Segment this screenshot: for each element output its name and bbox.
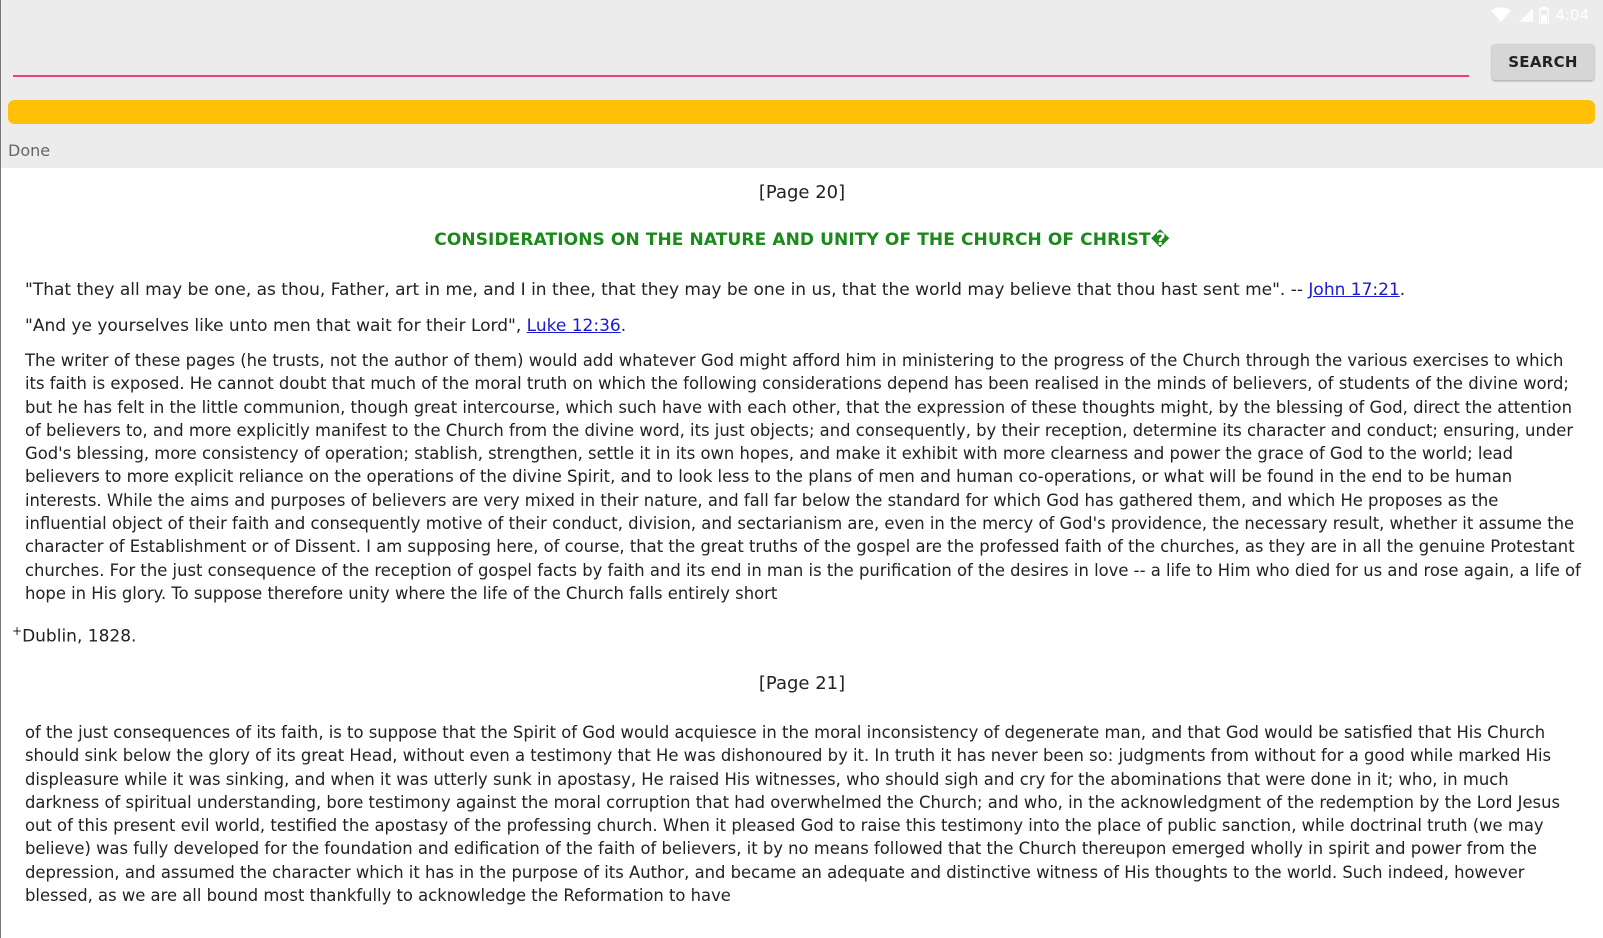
browser-app: 4:04 SEARCH Done [Page 20] CONSIDERATION… xyxy=(0,0,1603,938)
progress-area xyxy=(1,95,1603,132)
wifi-icon xyxy=(1491,7,1512,23)
url-input[interactable] xyxy=(13,49,1469,77)
page-marker: [Page 21] xyxy=(758,672,846,694)
system-status-bar: 4:04 xyxy=(1,0,1603,33)
load-status-text: Done xyxy=(8,141,51,160)
load-progress-bar xyxy=(8,100,1595,124)
search-button[interactable]: SEARCH xyxy=(1492,44,1594,80)
quote-text: "That they all may be one, as thou, Fath… xyxy=(25,280,1309,300)
chapter-title: CONSIDERATIONS ON THE NATURE AND UNITY O… xyxy=(434,230,1170,250)
footnote: +Dublin, 1828. xyxy=(12,619,1603,649)
quote-text: "And ye yourselves like unto men that wa… xyxy=(25,316,527,336)
load-status-row: Done xyxy=(1,132,1603,168)
clock-time: 4:04 xyxy=(1555,6,1589,24)
quote-punctuation: . xyxy=(1399,280,1406,300)
signal-icon xyxy=(1517,7,1534,23)
web-content: [Page 20] CONSIDERATIONS ON THE NATURE A… xyxy=(1,168,1603,938)
quote-punctuation: . xyxy=(620,316,627,336)
footnote-mark: + xyxy=(12,624,23,639)
body-paragraph: The writer of these pages (he trusts, no… xyxy=(25,351,1581,603)
battery-icon xyxy=(1539,6,1550,24)
epigraph-quote: "And ye yourselves like unto men that wa… xyxy=(25,314,1603,338)
page-marker: [Page 20] xyxy=(758,182,846,203)
footnote-text: Dublin, 1828. xyxy=(22,626,137,647)
load-progress-fill xyxy=(8,100,1595,124)
epigraph-quote: "That they all may be one, as thou, Fath… xyxy=(25,278,1603,302)
scripture-link[interactable]: John 17:21 xyxy=(1308,280,1399,300)
browser-toolbar: SEARCH xyxy=(1,33,1603,95)
status-icons: 4:04 xyxy=(1491,6,1589,24)
scripture-link[interactable]: Luke 12:36 xyxy=(527,316,621,336)
body-paragraph: of the just consequences of its faith, i… xyxy=(25,722,1561,905)
